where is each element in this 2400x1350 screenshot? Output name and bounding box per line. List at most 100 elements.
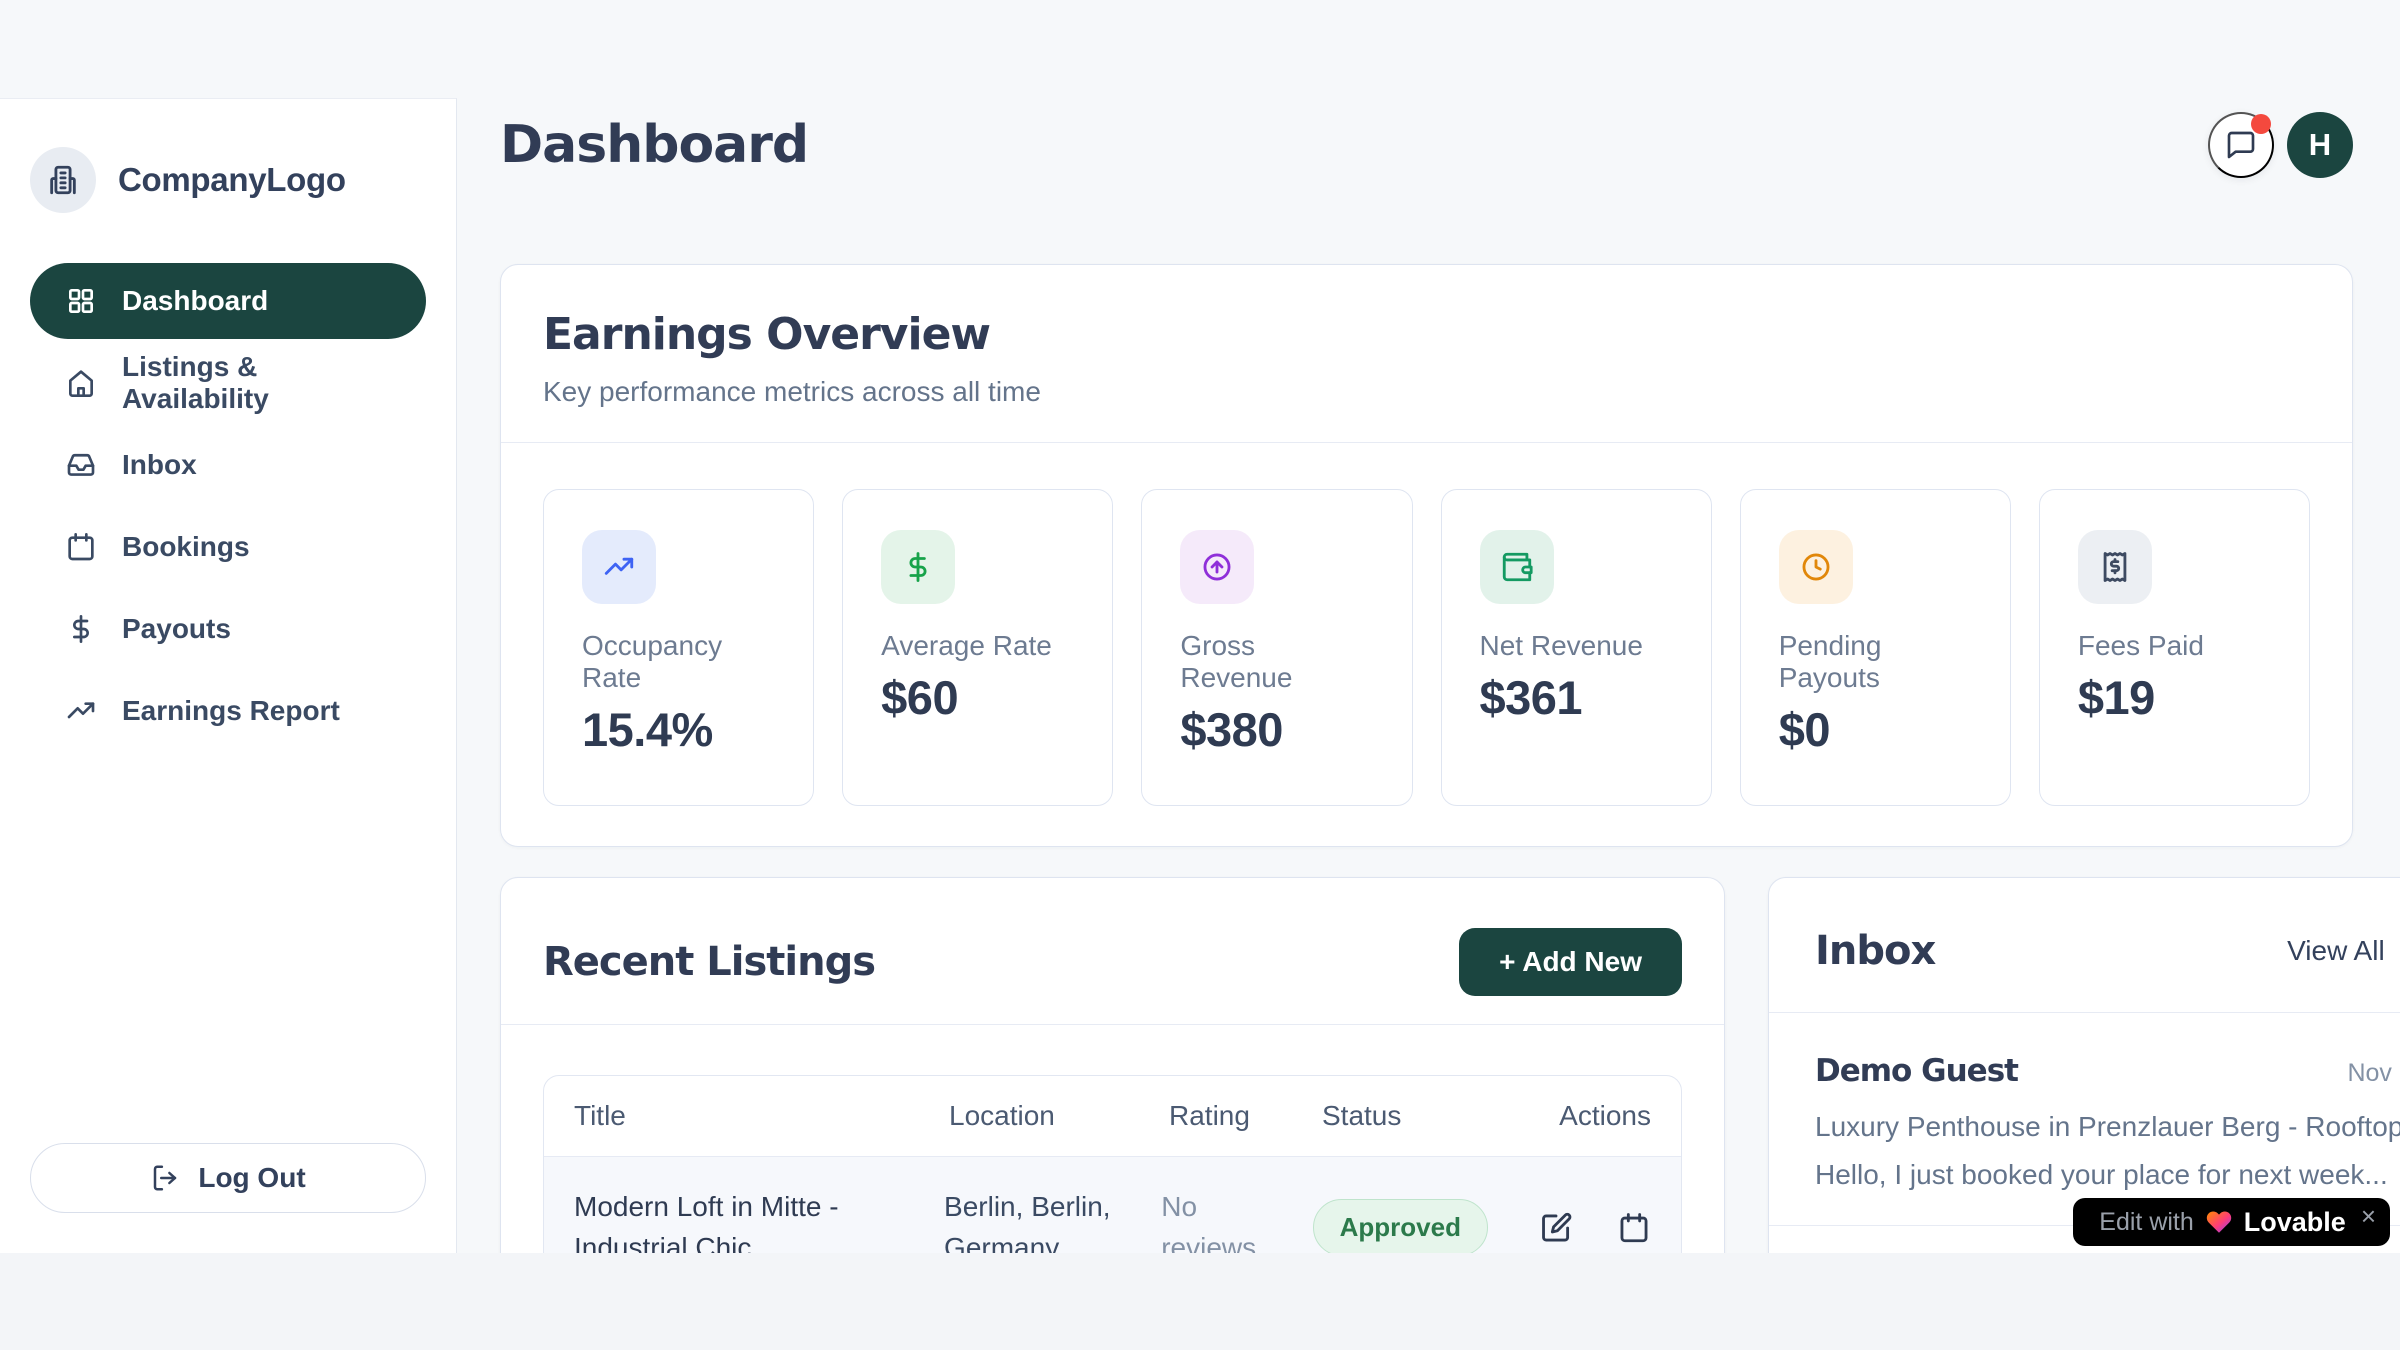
close-icon[interactable]: × — [2361, 1203, 2376, 1229]
stat-label: Fees Paid — [2078, 630, 2271, 662]
listing-actions — [1539, 1187, 1651, 1253]
column-header-actions: Actions — [1552, 1100, 1651, 1132]
log-out-icon — [150, 1163, 180, 1193]
stat-value: $361 — [1480, 670, 1673, 725]
stat-label: Average Rate — [881, 630, 1074, 662]
topbar: Dashboard H — [500, 0, 2353, 178]
grid-icon — [65, 285, 97, 317]
avatar[interactable]: H — [2287, 112, 2353, 178]
page-title: Dashboard — [500, 115, 808, 175]
listings-table: Title Location Rating Status Actions Mod… — [543, 1075, 1682, 1253]
stat-card-gross-revenue: Gross Revenue $380 — [1141, 489, 1412, 806]
sidebar-item-label: Dashboard — [122, 285, 268, 317]
sidebar-item-label: Bookings — [122, 531, 250, 563]
edit-listing-button[interactable] — [1539, 1211, 1573, 1245]
sidebar-item-payouts[interactable]: Payouts — [30, 591, 426, 667]
stats-row: Occupancy Rate 15.4% Average Rate $60 — [501, 443, 2352, 846]
circle-arrow-up-icon — [1180, 530, 1254, 604]
inbox-title: Inbox — [1815, 928, 1935, 974]
log-out-label: Log Out — [198, 1162, 305, 1194]
dollar-sign-icon — [881, 530, 955, 604]
message-date: Nov 19 — [2347, 1059, 2400, 1088]
listing-status-cell: Approved — [1313, 1187, 1539, 1253]
sidebar-item-label: Payouts — [122, 613, 231, 645]
column-header-title: Title — [574, 1100, 949, 1132]
message-subject: Luxury Penthouse in Prenzlauer Berg - Ro… — [1815, 1111, 2400, 1143]
listings-table-header: Title Location Rating Status Actions — [544, 1076, 1681, 1156]
status-badge: Approved — [1313, 1199, 1488, 1253]
divider — [501, 1024, 1724, 1025]
log-out-button[interactable]: Log Out — [30, 1143, 426, 1213]
column-header-location: Location — [949, 1100, 1169, 1132]
logo: CompanyLogo — [30, 147, 426, 213]
app-canvas: CompanyLogo Dashboard — [0, 0, 2400, 1350]
stat-card-occupancy-rate: Occupancy Rate 15.4% — [543, 489, 814, 806]
message-preview-row: Hello, I just booked your place for next… — [1815, 1159, 2400, 1191]
dollar-sign-icon — [65, 613, 97, 645]
message-bubble-icon — [2225, 129, 2257, 161]
topbar-actions: H — [2208, 112, 2353, 178]
chat-button[interactable] — [2208, 112, 2274, 178]
stat-value: 15.4% — [582, 702, 775, 757]
main-content: Dashboard H — [457, 0, 2400, 1253]
earnings-overview-card: Earnings Overview Key performance metric… — [500, 264, 2353, 847]
stat-value: $380 — [1180, 702, 1373, 757]
lovable-brand: Lovable — [2244, 1207, 2346, 1238]
stat-value: $19 — [2078, 670, 2271, 725]
stat-label: Pending Payouts — [1779, 630, 1972, 694]
stat-value: $60 — [881, 670, 1074, 725]
lovable-prefix: Edit with — [2099, 1208, 2193, 1237]
stat-card-average-rate: Average Rate $60 — [842, 489, 1113, 806]
sidebar-item-bookings[interactable]: Bookings — [30, 509, 426, 585]
logo-text: CompanyLogo — [118, 161, 346, 199]
message-preview: Hello, I just booked your place for next… — [1815, 1159, 2388, 1191]
home-icon — [65, 367, 97, 399]
sidebar-item-dashboard[interactable]: Dashboard — [30, 263, 426, 339]
company-logo-icon — [30, 147, 96, 213]
sidebar: CompanyLogo Dashboard — [0, 98, 457, 1253]
recent-listings-card: Recent Listings + Add New Title Location… — [500, 877, 1725, 1253]
listing-calendar-button[interactable] — [1617, 1211, 1651, 1245]
sidebar-item-earnings-report[interactable]: Earnings Report — [30, 673, 426, 749]
listing-rating: No reviews — [1161, 1187, 1312, 1253]
view-all-label: View All — [2287, 935, 2385, 967]
sidebar-item-inbox[interactable]: Inbox — [30, 427, 426, 503]
clock-icon — [1779, 530, 1853, 604]
listing-title: Modern Loft in Mitte - Industrial Chic — [574, 1187, 944, 1253]
inbox-tray-icon — [65, 449, 97, 481]
sidebar-item-label: Earnings Report — [122, 695, 340, 727]
avatar-initial: H — [2309, 127, 2331, 163]
stat-value: $0 — [1779, 702, 1972, 757]
earnings-subtitle: Key performance metrics across all time — [543, 376, 2300, 408]
inbox-header: Inbox View All — [1769, 878, 2400, 1012]
stat-label: Net Revenue — [1480, 630, 1673, 662]
view-all-link[interactable]: View All — [2287, 935, 2400, 967]
stat-card-pending-payouts: Pending Payouts $0 — [1740, 489, 2011, 806]
message-sender: Demo Guest — [1815, 1053, 2018, 1089]
sidebar-item-listings[interactable]: Listings & Availability — [30, 345, 426, 421]
calendar-icon — [65, 531, 97, 563]
listing-location: Berlin, Berlin, Germany — [944, 1187, 1161, 1253]
table-row[interactable]: Modern Loft in Mitte - Industrial Chic B… — [544, 1156, 1681, 1253]
earnings-title: Earnings Overview — [543, 309, 2300, 360]
receipt-dollar-icon — [2078, 530, 2152, 604]
edit-pencil-icon — [1539, 1211, 1573, 1245]
app-viewport: CompanyLogo Dashboard — [0, 0, 2400, 1253]
inbox-card: Inbox View All De — [1768, 877, 2400, 1253]
sidebar-nav: Dashboard Listings & Availability — [30, 263, 426, 749]
stat-label: Occupancy Rate — [582, 630, 775, 694]
stat-label: Gross Revenue — [1180, 630, 1373, 694]
sidebar-item-label: Inbox — [122, 449, 197, 481]
notification-dot — [2251, 114, 2271, 134]
stat-card-fees-paid: Fees Paid $19 — [2039, 489, 2310, 806]
earnings-header: Earnings Overview Key performance metric… — [501, 265, 2352, 442]
trending-up-icon — [65, 695, 97, 727]
heart-icon — [2205, 1208, 2233, 1236]
lower-content-row: Recent Listings + Add New Title Location… — [500, 877, 2353, 1253]
inbox-message[interactable]: Demo Guest Nov 19 Luxury Penthouse in Pr… — [1769, 1013, 2400, 1226]
column-header-status: Status — [1322, 1100, 1552, 1132]
message-header: Demo Guest Nov 19 — [1815, 1053, 2400, 1089]
add-new-button[interactable]: + Add New — [1459, 928, 1682, 996]
edit-with-lovable-badge[interactable]: Edit with Lovable × — [2073, 1198, 2390, 1246]
calendar-icon — [1617, 1211, 1651, 1245]
